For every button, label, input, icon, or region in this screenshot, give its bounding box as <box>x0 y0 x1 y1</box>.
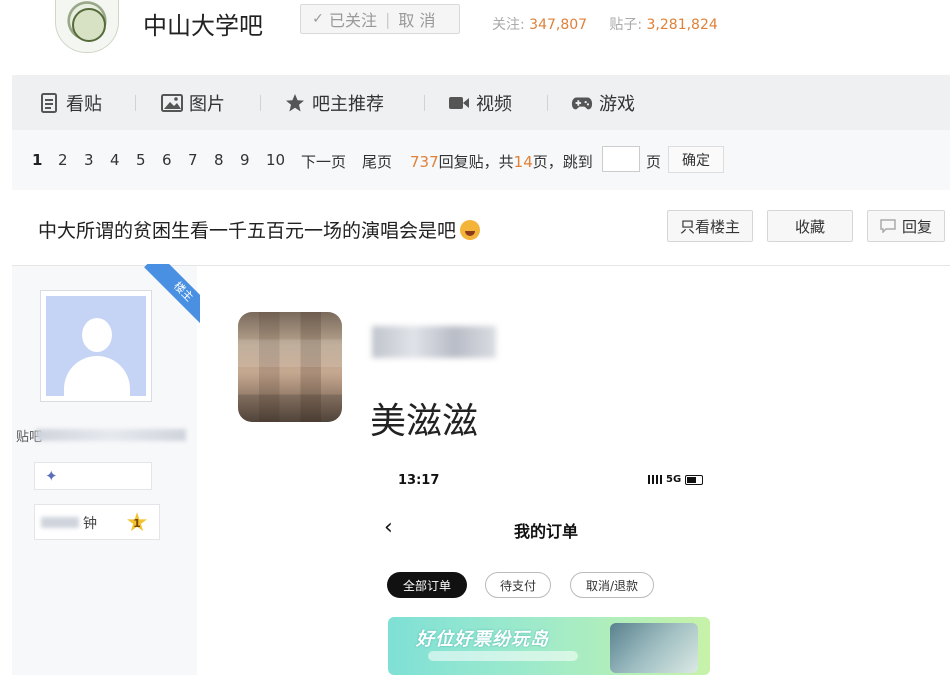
unfollow-link[interactable]: 取 消 <box>398 7 435 31</box>
reply-button[interactable]: 回复 <box>867 210 945 242</box>
forum-title[interactable]: 中山大学吧 <box>143 6 263 41</box>
followers-label: 关注: <box>492 17 525 33</box>
star-level-icon: ★ 1 <box>125 508 149 538</box>
reply-label: 回复 <box>901 217 932 236</box>
banner-text: 好位好票纷玩岛 <box>416 629 549 650</box>
forum-header: 中山大学吧 ✓ 已关注 | 取 消 关注: 347,807 贴子: 3,281,… <box>0 0 950 75</box>
signal-icon <box>648 475 662 484</box>
posts-label: 贴子: <box>609 17 643 33</box>
nav-label: 图片 <box>189 94 225 115</box>
battery-icon <box>685 474 704 485</box>
embedded-avatar-image <box>238 312 342 422</box>
page-link[interactable]: 8 <box>214 151 224 169</box>
nav-label: 视频 <box>476 94 512 115</box>
page-link[interactable]: 4 <box>110 151 120 169</box>
back-arrow-icon: ‹ <box>384 515 393 540</box>
page-suffix: 页 <box>646 153 662 171</box>
thread-title: 中大所谓的贫困生看一千五百元一场的演唱会是吧 <box>38 216 481 243</box>
confirm-button[interactable]: 确定 <box>668 146 724 173</box>
divider <box>424 95 425 111</box>
page-link[interactable]: 10 <box>266 151 285 169</box>
page-unit: 页，跳到 <box>532 153 593 171</box>
only-op-button[interactable]: 只看楼主 <box>667 210 753 242</box>
nav-item-posts[interactable]: 看贴 <box>38 90 102 116</box>
pagination-bar: 1 2 3 4 5 6 7 8 9 10 下一页 尾页 737回复贴，共14页，… <box>12 130 950 190</box>
post-text: 美滋滋 <box>370 401 479 442</box>
phone-title: 我的订单 <box>514 522 579 541</box>
star-icon <box>284 92 306 114</box>
page-link[interactable]: 5 <box>136 151 146 169</box>
nav-item-games[interactable]: 游戏 <box>571 90 635 116</box>
last-page-link[interactable]: 尾页 <box>362 151 392 172</box>
divider <box>547 95 548 111</box>
chip-all-orders: 全部订单 <box>387 572 467 598</box>
check-icon: ✓ <box>312 11 324 27</box>
forum-nav: 看贴 图片 吧主推荐 视频 游戏 <box>12 75 950 130</box>
gamepad-icon <box>571 92 593 114</box>
reply-label: 回复贴，共 <box>438 153 514 171</box>
banner-subtext-blurred <box>428 651 578 661</box>
image-icon <box>161 92 183 114</box>
promo-banner: 好位好票纷玩岛 <box>388 617 710 675</box>
page-link[interactable]: 9 <box>240 151 250 169</box>
phone-time: 13:17 <box>398 473 440 488</box>
author-name[interactable]: 贴吧 <box>16 426 188 445</box>
badge-icon: ✦ <box>45 467 58 485</box>
page-link[interactable]: 7 <box>188 151 198 169</box>
followers-count: 347,807 <box>529 17 588 33</box>
grinning-emoji-icon <box>460 219 481 240</box>
thread-title-text: 中大所谓的贫困生看一千五百元一场的演唱会是吧 <box>38 220 457 242</box>
forum-avatar[interactable] <box>55 0 119 53</box>
level-badge: 钟 ★ 1 <box>34 504 160 540</box>
forum-badge: ✦ <box>34 462 152 490</box>
next-page-link[interactable]: 下一页 <box>301 151 346 172</box>
nav-label: 吧主推荐 <box>312 94 384 115</box>
posts-count: 3,281,824 <box>646 17 718 33</box>
nav-label: 看贴 <box>66 94 102 115</box>
follow-state-label: 已关注 <box>329 11 378 30</box>
forum-stats: 关注: 347,807 贴子: 3,281,824 <box>492 14 718 34</box>
favorite-button[interactable]: 收藏 <box>767 210 853 242</box>
comment-icon <box>880 219 896 233</box>
network-label: 5G <box>666 474 682 485</box>
level-suffix: 钟 <box>83 516 97 532</box>
nav-label: 游戏 <box>599 94 635 115</box>
nav-item-recommended[interactable]: 吧主推荐 <box>284 90 384 116</box>
banner-image <box>610 623 698 673</box>
page-jump-input[interactable] <box>602 146 640 172</box>
phone-status: 5G <box>648 474 704 485</box>
reply-summary: 737回复贴，共14页，跳到 <box>410 151 593 172</box>
divider: | <box>385 9 391 29</box>
follow-button[interactable]: ✓ 已关注 | 取 消 <box>300 4 460 34</box>
page-current: 1 <box>32 151 43 169</box>
author-card: 楼主 贴吧 ✦ 钟 ★ 1 <box>12 264 200 675</box>
chip-cancel-refund: 取消/退款 <box>570 572 654 598</box>
divider <box>135 95 136 111</box>
embedded-phone-screenshot: 13:17 5G ‹ 我的订单 全部订单 待支付 取消/退款 好位好票纷玩岛 <box>380 465 720 675</box>
page-link[interactable]: 2 <box>58 151 68 169</box>
nav-item-images[interactable]: 图片 <box>161 90 225 116</box>
page-link[interactable]: 6 <box>162 151 172 169</box>
document-icon <box>38 92 60 114</box>
nav-item-videos[interactable]: 视频 <box>448 90 512 116</box>
page-link[interactable]: 3 <box>84 151 94 169</box>
embedded-name-blurred <box>372 326 496 358</box>
page-total: 14 <box>513 153 533 171</box>
reply-count: 737 <box>410 153 439 171</box>
op-badge: 楼主 <box>130 264 200 334</box>
divider <box>260 95 261 111</box>
chip-pending-payment: 待支付 <box>485 572 551 598</box>
video-icon <box>448 92 470 114</box>
thread-header: 中大所谓的贫困生看一千五百元一场的演唱会是吧 只看楼主 收藏 回复 <box>12 190 950 266</box>
